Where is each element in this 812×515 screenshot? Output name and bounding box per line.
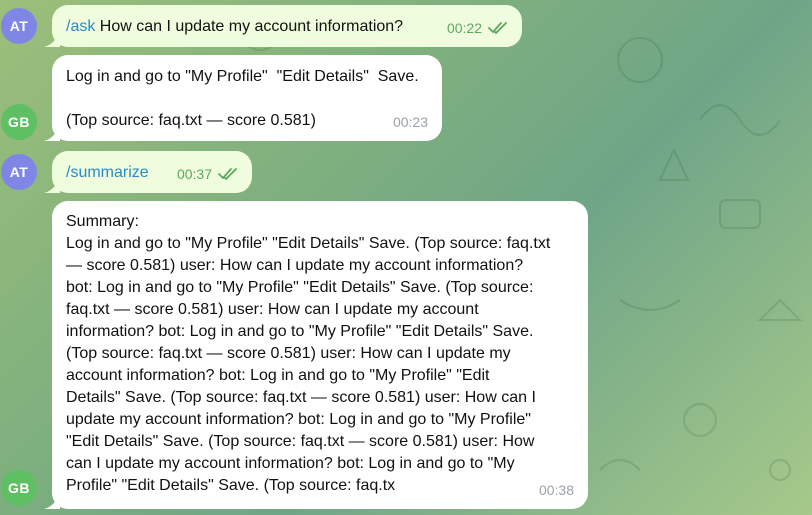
bubble-tail-icon xyxy=(44,127,60,141)
message-time: 00:22 xyxy=(446,20,482,36)
message-text: /ask How can I update my account informa… xyxy=(66,18,404,35)
message-meta: 00:23 xyxy=(393,111,428,133)
message-bubble-summarize[interactable]: /summarize 00:37 xyxy=(44,151,252,193)
message-bubble-summary[interactable]: Summary: Log in and go to "My Profile" "… xyxy=(44,201,588,509)
avatar-initials: GB xyxy=(8,114,30,130)
chat-area[interactable]: AT /ask How can I update my account info… xyxy=(0,0,812,515)
message-time: 00:38 xyxy=(538,482,574,498)
message-meta: 00:38 xyxy=(539,479,574,501)
avatar-gb[interactable]: GB xyxy=(1,104,37,140)
command-link[interactable]: /ask xyxy=(66,18,95,35)
message-bubble-ask[interactable]: /ask How can I update my account informa… xyxy=(44,5,522,47)
bubble-tail-icon xyxy=(44,179,60,193)
double-check-icon xyxy=(488,22,507,34)
message-time: 00:37 xyxy=(176,166,212,182)
avatar-at[interactable]: AT xyxy=(1,154,37,190)
bubble-tail-icon xyxy=(44,495,60,509)
message-meta: 00:37 xyxy=(177,163,238,185)
avatar-initials: AT xyxy=(9,164,29,180)
bubble-tail-icon xyxy=(44,33,60,47)
avatar-initials: GB xyxy=(8,480,30,496)
avatar-at[interactable]: AT xyxy=(1,8,37,44)
message-time: 00:23 xyxy=(392,114,428,130)
message-meta: 00:22 xyxy=(447,17,508,39)
command-link[interactable]: /summarize xyxy=(66,164,149,181)
avatar-gb[interactable]: GB xyxy=(1,470,37,506)
message-text: Summary: Log in and go to "My Profile" "… xyxy=(66,213,551,494)
message-text: Log in and go to "My Profile" "Edit Deta… xyxy=(66,68,419,129)
avatar-initials: AT xyxy=(9,18,29,34)
message-text: /summarize xyxy=(66,164,149,181)
double-check-icon xyxy=(218,168,237,180)
message-bubble-answer[interactable]: Log in and go to "My Profile" "Edit Deta… xyxy=(44,55,442,141)
